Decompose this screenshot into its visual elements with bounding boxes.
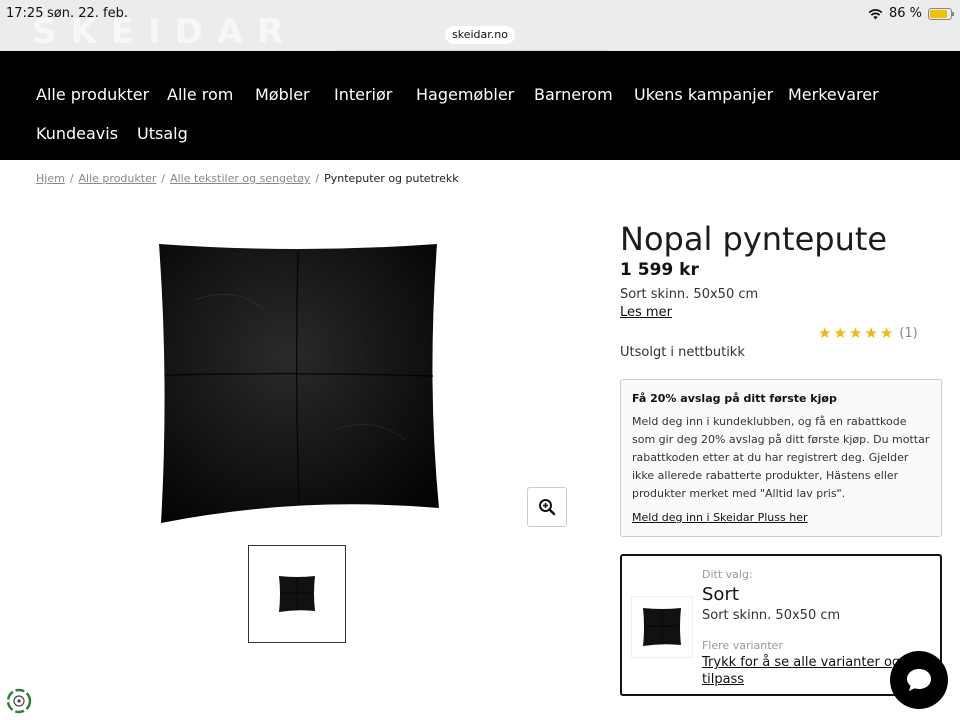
status-date: søn. 22. feb. xyxy=(47,6,128,21)
nav-item-merkevarer[interactable]: Merkevarer xyxy=(788,85,879,104)
star-icon: ★ xyxy=(848,324,863,342)
product-description: Sort skinn. 50x50 cm xyxy=(620,287,759,302)
see-all-variants-link[interactable]: Trykk for å se alle varianter og tilpass xyxy=(702,654,902,688)
chat-button[interactable] xyxy=(890,651,948,709)
status-indicators: 86 % xyxy=(868,6,954,21)
eco-badge-icon[interactable] xyxy=(6,688,32,714)
promo-body: Meld deg inn i kundeklubben, og få en ra… xyxy=(632,415,930,500)
nav-item-utsalg[interactable]: Utsalg xyxy=(137,124,188,143)
breadcrumb-all-products[interactable]: Alle produkter xyxy=(79,172,157,185)
nav-item-ukens-kampanjer[interactable]: Ukens kampanjer xyxy=(634,85,773,104)
star-icon: ★ xyxy=(818,324,832,342)
nav-item-alle-rom[interactable]: Alle rom xyxy=(167,85,233,104)
variant-thumbnail xyxy=(631,596,693,658)
promo-signup-link[interactable]: Meld deg inn i Skeidar Pluss her xyxy=(632,511,930,524)
read-more-link[interactable]: Les mer xyxy=(620,305,672,320)
battery-percent: 86 % xyxy=(888,6,922,21)
main-navigation: Alle produkter Alle rom Møbler Interiør … xyxy=(0,51,960,160)
zoom-button[interactable] xyxy=(527,487,567,527)
promo-title: Få 20% avslag på ditt første kjøp xyxy=(632,392,837,405)
nav-item-hagemobler[interactable]: Hagemøbler xyxy=(416,85,514,104)
nav-item-mobler[interactable]: Møbler xyxy=(255,85,310,104)
breadcrumb-separator: / xyxy=(161,172,166,185)
url-bar[interactable]: skeidar.no xyxy=(445,26,515,44)
star-icon: ★ xyxy=(879,324,894,342)
status-bar: SKEIDAR 17:25 søn. 22. feb. skeidar.no 8… xyxy=(0,0,960,52)
nav-item-interior[interactable]: Interiør xyxy=(334,85,392,104)
breadcrumb-textiles[interactable]: Alle tekstiler og sengetøy xyxy=(170,172,310,185)
product-title: Nopal pyntepute xyxy=(620,220,888,258)
star-icon: ★ xyxy=(833,324,847,342)
wifi-icon xyxy=(868,8,883,19)
breadcrumb-separator: / xyxy=(69,172,74,185)
star-icon: ★ xyxy=(864,324,878,342)
variant-name: Sort xyxy=(702,584,739,605)
stock-status: Utsolgt i nettbutikk xyxy=(620,345,745,360)
nav-item-alle-produkter[interactable]: Alle produkter xyxy=(36,85,149,104)
breadcrumb-home[interactable]: Hjem xyxy=(36,172,65,185)
nav-item-kundeavis[interactable]: Kundeavis xyxy=(36,124,118,143)
status-time: 17:25 xyxy=(6,6,44,21)
product-image[interactable] xyxy=(155,240,441,526)
product-price: 1 599 kr xyxy=(620,260,699,280)
thumbnail-image xyxy=(279,576,315,612)
zoom-in-icon xyxy=(539,499,556,516)
breadcrumb: Hjem / Alle produkter / Alle tekstiler og se… xyxy=(36,172,459,185)
promo-box: Få 20% avslag på ditt første kjøp Meld d… xyxy=(620,379,942,537)
product-thumbnail[interactable] xyxy=(248,545,346,643)
chat-icon xyxy=(907,669,931,691)
more-variants-label: Flere varianter xyxy=(702,639,783,652)
battery-fill xyxy=(930,9,947,18)
variant-description: Sort skinn. 50x50 cm xyxy=(702,608,841,623)
variant-thumbnail-image xyxy=(643,608,681,646)
nav-item-barnerom[interactable]: Barnerom xyxy=(534,85,613,104)
breadcrumb-separator: / xyxy=(315,172,320,185)
battery-icon xyxy=(928,7,954,20)
variant-label: Ditt valg: xyxy=(702,568,753,581)
rating-stars[interactable]: ★ ★ ★ ★ ★ (1) xyxy=(818,324,918,342)
review-count: (1) xyxy=(899,325,918,341)
breadcrumb-current: Pynteputer og putetrekk xyxy=(324,172,459,185)
